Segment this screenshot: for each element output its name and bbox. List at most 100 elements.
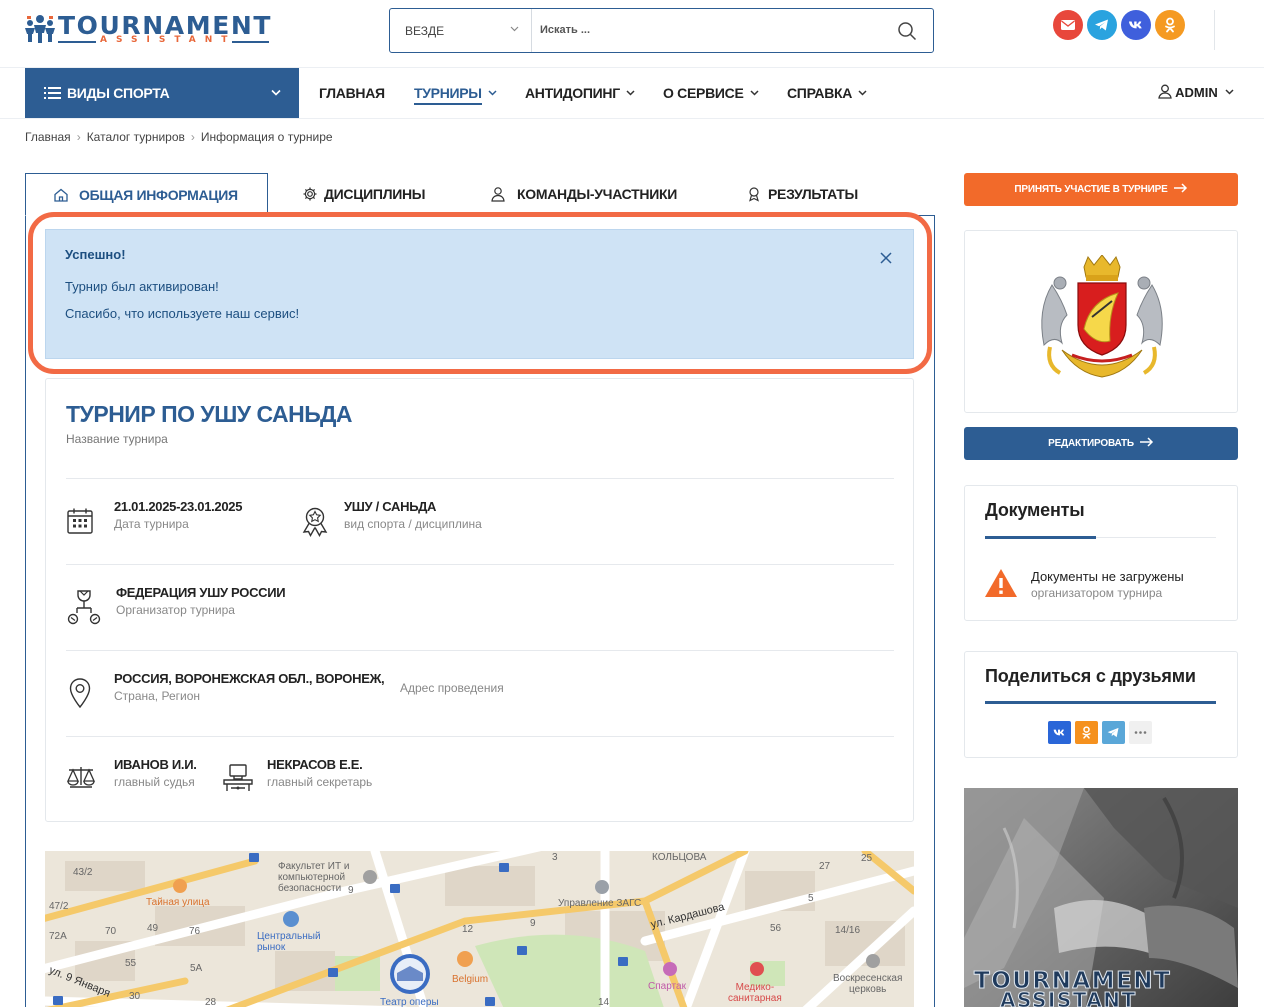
- user-icon: [1158, 84, 1172, 99]
- chevron-down-icon: [858, 90, 867, 96]
- chief-secretary: НЕКРАСОВ Е.Е.: [267, 757, 363, 772]
- tournament-emblem-card: [964, 230, 1238, 413]
- coat-of-arms-image: [1041, 255, 1163, 378]
- site-logo[interactable]: TOURNAMENT ASSISTANT: [24, 11, 274, 52]
- calendar-icon: [67, 508, 93, 534]
- edit-tournament-button[interactable]: РЕДАКТИРОВАТЬ: [964, 427, 1238, 460]
- people-logo-icon: [25, 15, 55, 43]
- map-label: Belgium: [452, 974, 489, 985]
- secretary-desk-icon: [223, 764, 253, 791]
- award-icon: [749, 187, 759, 202]
- divider: [66, 478, 894, 479]
- share-title: Поделиться с друзьями: [985, 666, 1196, 686]
- home-icon: [54, 188, 68, 202]
- banner-subtitle: ASSISTANT: [1000, 988, 1137, 1007]
- tab-label: ОБЩАЯ ИНФОРМАЦИЯ: [79, 187, 238, 203]
- map-label: 30: [129, 991, 141, 1002]
- tab-general-info[interactable]: ОБЩАЯ ИНФОРМАЦИЯ: [25, 173, 268, 216]
- breadcrumb-item-current: Информация о турнире: [200, 130, 333, 144]
- chevron-down-icon: [510, 26, 519, 32]
- search-icon[interactable]: [897, 21, 917, 41]
- search-scope-select[interactable]: ВЕЗДЕ: [390, 9, 532, 52]
- divider: [66, 650, 894, 651]
- map-label: 28: [205, 997, 217, 1007]
- map-label: Медико- санитарная: [728, 982, 782, 1004]
- tab-label: РЕЗУЛЬТАТЫ: [768, 186, 858, 202]
- share-vk-button[interactable]: [1048, 721, 1071, 744]
- map-label: 72А: [49, 931, 67, 942]
- map-label: 5А: [190, 963, 203, 974]
- map-label: 56: [770, 923, 782, 934]
- chevron-down-icon: [271, 89, 281, 96]
- mail-social-button[interactable]: [1053, 10, 1083, 40]
- map-label: 25: [861, 853, 873, 864]
- sports-menu-button[interactable]: ВИДЫ СПОРТА: [25, 68, 299, 118]
- share-ok-button[interactable]: [1075, 721, 1098, 744]
- breadcrumb-item-home[interactable]: Главная: [25, 130, 71, 144]
- nav-item-help[interactable]: СПРАВКА: [787, 85, 867, 101]
- join-tournament-button[interactable]: ПРИНЯТЬ УЧАСТИЕ В ТУРНИРЕ: [964, 173, 1238, 206]
- tournament-location: РОССИЯ, ВОРОНЕЖСКАЯ ОБЛ., ВОРОНЕЖ,: [114, 671, 385, 686]
- documents-card: Документы Документы не загружены организ…: [964, 485, 1238, 621]
- share-divider: [985, 701, 1216, 704]
- tournament-name-label: Название турнира: [66, 432, 168, 446]
- tab-label: ДИСЦИПЛИНЫ: [324, 186, 426, 202]
- tournament-organizer-label: Организатор турнира: [116, 603, 235, 617]
- share-telegram-button[interactable]: [1102, 721, 1125, 744]
- documents-divider: [985, 536, 1216, 539]
- map-label: Воскресенская церковь: [833, 973, 903, 995]
- nav-item-label: АНТИДОПИНГ: [525, 85, 620, 101]
- nav-item-home[interactable]: ГЛАВНАЯ: [319, 85, 385, 101]
- breadcrumb-separator: ›: [76, 130, 81, 144]
- ok-social-button[interactable]: [1155, 10, 1185, 40]
- map-label: 47/2: [49, 901, 69, 912]
- edit-tournament-label: РЕДАКТИРОВАТЬ: [1048, 438, 1134, 449]
- nav-item-about[interactable]: О СЕРВИСЕ: [663, 85, 759, 101]
- mail-icon: [1061, 20, 1075, 30]
- map-label: Факультет ИТ и компьютерной безопасности: [278, 861, 350, 894]
- logo-subtitle: ASSISTANT: [100, 35, 237, 45]
- documents-empty-message: Документы не загружены: [1031, 569, 1184, 584]
- breadcrumb: Главная › Каталог турниров › Информация о ту…: [25, 130, 333, 144]
- nav-item-tournaments[interactable]: ТУРНИРЫ: [414, 85, 497, 105]
- telegram-icon: [1095, 19, 1108, 31]
- nav-item-label: О СЕРВИСЕ: [663, 85, 744, 101]
- promo-banner[interactable]: TOURNAMENT ASSISTANT: [964, 788, 1238, 1007]
- documents-empty-sub: организатором турнира: [1031, 586, 1163, 600]
- medal-icon: [302, 507, 328, 537]
- close-icon[interactable]: [879, 251, 893, 265]
- search-bar: ВЕЗДЕ: [389, 8, 934, 53]
- venue-map[interactable]: Факультет ИТ и компьютерной безопасности…: [45, 851, 914, 1007]
- nav-item-antidoping[interactable]: АНТИДОПИНГ: [525, 85, 635, 101]
- map-pin-icon: [69, 678, 91, 709]
- chief-secretary-label: главный секретарь: [267, 775, 373, 789]
- telegram-social-button[interactable]: [1087, 10, 1117, 40]
- nav-item-label: ТУРНИРЫ: [414, 85, 482, 105]
- search-scope-label: ВЕЗДЕ: [405, 24, 445, 38]
- map-label: Центральный рынок: [257, 931, 321, 953]
- arrow-right-icon: [1139, 437, 1153, 447]
- map-label: 49: [147, 923, 159, 934]
- share-more-button[interactable]: [1129, 721, 1152, 744]
- breadcrumb-item-catalog[interactable]: Каталог турниров: [87, 130, 185, 144]
- user-menu[interactable]: ADMIN: [1158, 84, 1234, 100]
- nav-item-label: СПРАВКА: [787, 85, 853, 101]
- user-icon: [491, 187, 505, 202]
- map-label: 5: [808, 893, 814, 904]
- map-label: 3: [552, 852, 558, 863]
- site-header: TOURNAMENT ASSISTANT ВЕЗДЕ: [0, 0, 1264, 68]
- map-label: 70: [105, 926, 117, 937]
- vk-icon: [1129, 21, 1142, 29]
- search-input[interactable]: [540, 19, 880, 41]
- map-label: Спартак: [648, 981, 686, 992]
- map-label: Тайная улица: [146, 897, 210, 908]
- map-label: 14/16: [835, 925, 861, 936]
- chevron-down-icon: [488, 90, 497, 96]
- alert-title: Успешно!: [65, 247, 126, 262]
- map-label: 12: [462, 924, 474, 935]
- map-label: 76: [189, 926, 201, 937]
- vk-social-button[interactable]: [1121, 10, 1151, 40]
- main-nav: ВИДЫ СПОРТА ГЛАВНАЯ ТУРНИРЫ АНТИДОПИНГ О…: [0, 68, 1264, 119]
- tournament-dates-label: Дата турнира: [114, 517, 189, 531]
- divider: [66, 564, 894, 565]
